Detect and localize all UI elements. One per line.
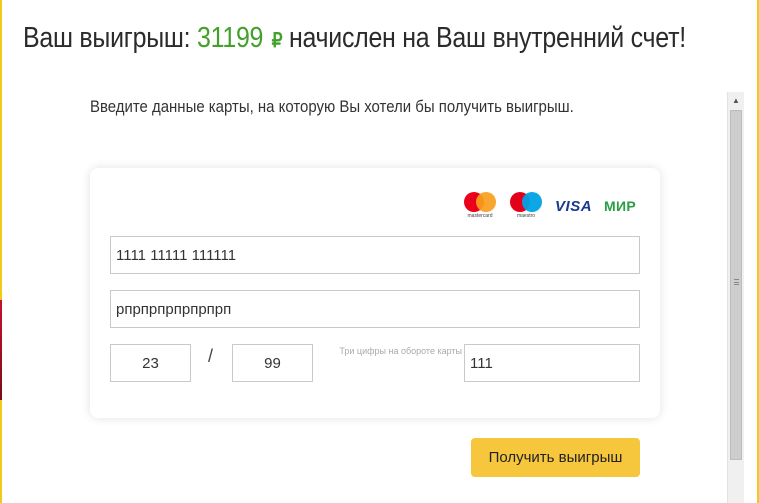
get-winnings-button[interactable]: Получить выигрыш [471,438,640,477]
grip-icon [734,279,739,285]
mastercard-label: mastercard [467,213,493,219]
card-number-input[interactable]: 1111 11111 111111 [110,236,640,274]
scroll-thumb[interactable] [730,110,742,460]
exp-month-input[interactable]: 23 [110,344,191,382]
title-prefix: Ваш выигрыш: [23,22,191,54]
mir-logo: МИР [604,198,636,214]
win-amount: 31199 [196,22,264,54]
payment-logos: mastercard maestro VISA МИР [463,192,636,220]
title-suffix: начислен на Ваш внутренний счет! [288,22,686,54]
visa-logo: VISA [555,197,593,215]
scrollbar[interactable]: ▲ [727,92,744,503]
exp-year-input[interactable]: 99 [232,344,313,382]
ruble-icon: ₽ [271,30,283,52]
page-title: Ваш выигрыш: 31199 ₽ начислен на Ваш вну… [23,22,686,55]
main-panel: Ваш выигрыш: 31199 ₽ начислен на Ваш вну… [2,0,757,503]
instruction-text: Введите данные карты, на которую Вы хоте… [90,97,574,116]
date-separator: / [208,346,214,366]
card-holder-input[interactable]: рпрпрпрпрпрпрп [110,290,640,328]
maestro-label: maestro [516,213,536,219]
cvv-input[interactable]: 111 [464,344,640,382]
card-form: mastercard maestro VISA МИР 1111 11111 1… [90,168,660,418]
scroll-up-icon[interactable]: ▲ [728,92,744,109]
maestro-logo: maestro [509,192,543,220]
mastercard-logo: mastercard [463,192,497,220]
cvv-label: Три цифры на обороте карты [339,346,462,356]
